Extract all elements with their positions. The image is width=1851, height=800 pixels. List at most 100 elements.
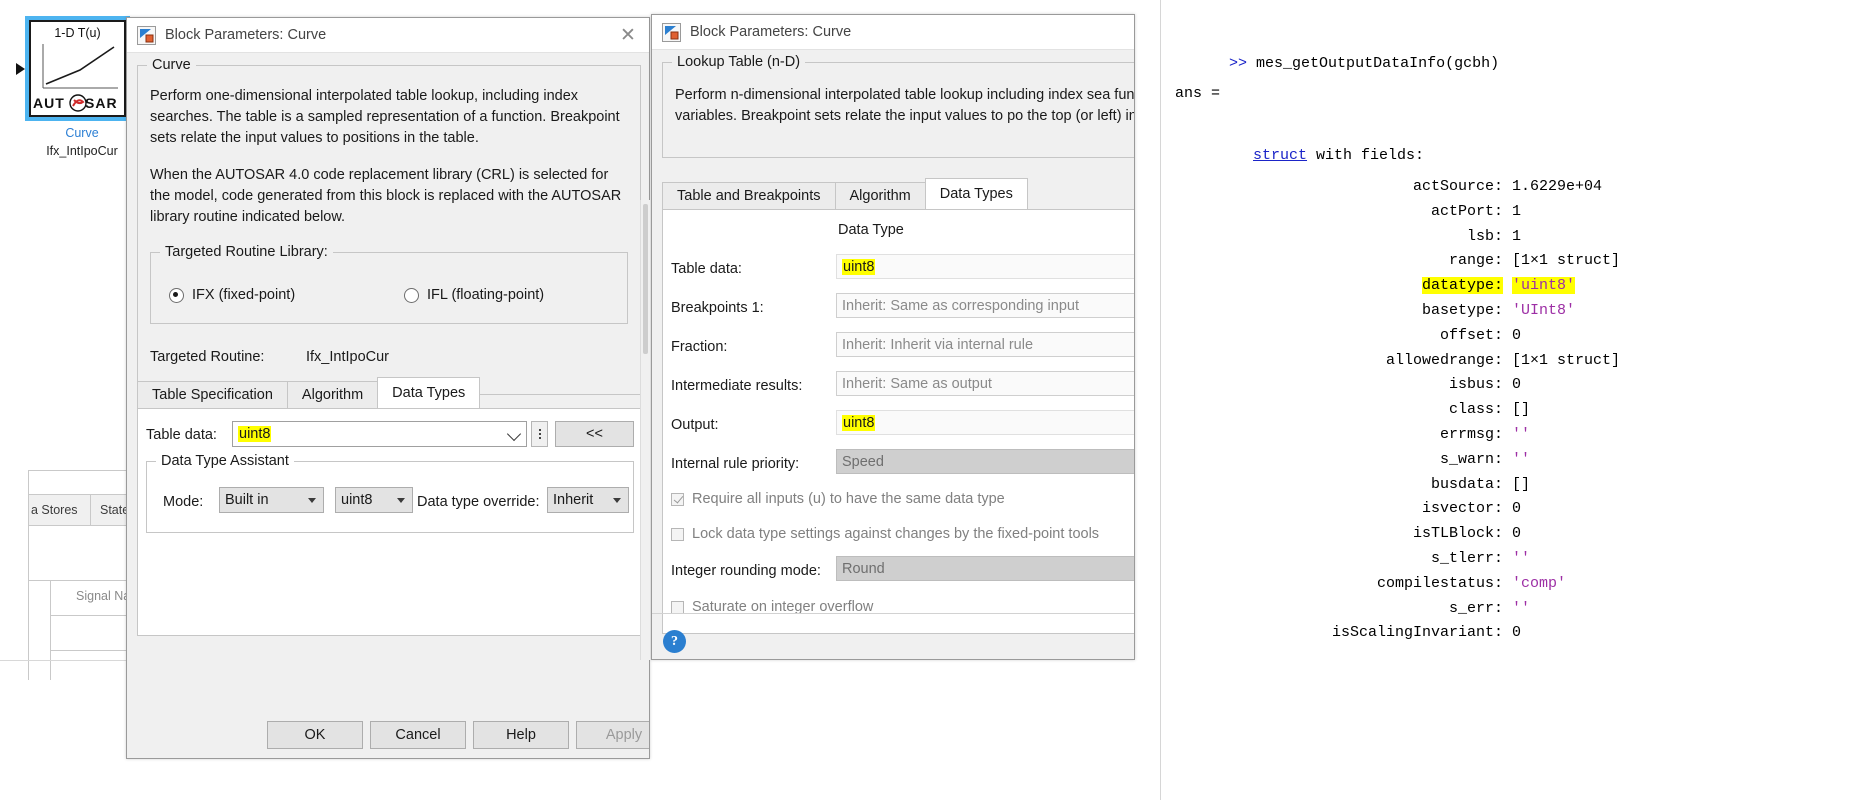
dialog2-titlebar[interactable]: Block Parameters: Curve [652, 15, 1134, 50]
lookup-table-description: Perform n-dimensional interpolated table… [675, 87, 1134, 124]
dialog2-footer-separator [652, 613, 1134, 614]
row-field-table-data[interactable]: uint8 [836, 254, 1134, 279]
data-type-override-dropdown[interactable]: Inherit [547, 487, 629, 513]
radio-ifl-floating-point[interactable]: IFL (floating-point) [404, 287, 544, 303]
curve-group: Curve Perform one-dimensional interpolat… [137, 57, 641, 395]
row-value-table-data: uint8 [842, 258, 876, 275]
lookup-table-group: Lookup Table (n-D) Perform n-dimensional… [662, 54, 1134, 158]
console-field-value: 'comp' [1512, 574, 1567, 592]
matlab-console[interactable]: >> mes_getOutputDataInfo(gcbh) ans = str… [1160, 0, 1851, 800]
row-field-internal-rule-priority[interactable]: Speed [836, 449, 1134, 474]
row-field-output[interactable]: uint8 [836, 410, 1134, 435]
row-value-intermediate-results: Inherit: Same as output [842, 375, 992, 392]
data-type-override-label: Data type override: [417, 494, 540, 510]
cancel-button[interactable]: Cancel [370, 721, 466, 749]
dialog1-tabstrip[interactable]: Table Specification Algorithm Data Types [137, 377, 481, 408]
collapse-assistant-button[interactable]: << [555, 421, 634, 447]
row-label-table-data: Table data: [671, 261, 742, 277]
ok-button[interactable]: OK [267, 721, 363, 749]
row-value-internal-rule-priority: Speed [842, 453, 884, 470]
chevron-down-icon [613, 498, 621, 503]
checkbox-label-lock-data-type-settings: Lock data type settings against changes … [692, 526, 1100, 542]
close-icon[interactable]: ✕ [615, 22, 641, 48]
console-field-value: '' [1512, 450, 1531, 468]
dialog2-body: Lookup Table (n-D) Perform n-dimensional… [652, 50, 1134, 659]
console-field-name: s_err: [1448, 599, 1503, 617]
dialog1-title: Block Parameters: Curve [165, 27, 327, 43]
data-type-override-value: Inherit [553, 492, 594, 508]
dialog2-title: Block Parameters: Curve [690, 24, 852, 40]
block-selection-frame: 1-D T(u) AUT SAR [25, 16, 130, 121]
console-field-value: 0 [1512, 500, 1522, 518]
row-field-intermediate-results[interactable]: Inherit: Same as output [836, 371, 1134, 396]
data-type-column-header: Data Type [838, 222, 904, 238]
targeted-routine-library-group: Targeted Routine Library: IFX (fixed-poi… [150, 244, 628, 324]
row-field-fraction[interactable]: Inherit: Inherit via internal rule [836, 332, 1134, 357]
tab-data-types[interactable]: Data Types [924, 178, 1028, 209]
tab-table-specification[interactable]: Table Specification [137, 381, 288, 408]
table-data-value: uint8 [238, 426, 272, 442]
checkbox-indicator [671, 492, 684, 506]
block-curve-icon [42, 44, 118, 89]
mode-dropdown[interactable]: Built in [219, 487, 324, 513]
radio-ifx-fixed-point[interactable]: IFX (fixed-point) [169, 287, 295, 303]
tab-table-and-breakpoints[interactable]: Table and Breakpoints [662, 182, 836, 209]
builtin-type-dropdown[interactable]: uint8 [335, 487, 413, 513]
chevron-down-icon [506, 426, 522, 442]
console-struct-suffix: with fields: [1307, 147, 1425, 164]
lookup-table-group-legend: Lookup Table (n-D) [672, 54, 806, 70]
console-command-line: >> mes_getOutputDataInfo(gcbh) [1175, 38, 1851, 89]
tab-algorithm[interactable]: Algorithm [834, 182, 926, 209]
row-value-fraction: Inherit: Inherit via internal rule [842, 336, 1034, 353]
row-field-breakpoints-1[interactable]: Inherit: Same as corresponding input [836, 293, 1134, 318]
integer-rounding-mode-value: Round [842, 560, 885, 577]
console-struct-line: struct with fields: [1199, 130, 1851, 181]
integer-rounding-mode-field[interactable]: Round [836, 556, 1134, 581]
console-field-name: isScalingInvariant: [1331, 624, 1503, 642]
console-field-name: basetype: [1421, 302, 1503, 319]
console-field-name: class: [1448, 401, 1503, 419]
more-options-button[interactable] [531, 421, 548, 447]
block-parameters-curve-dialog[interactable]: Block Parameters: Curve ✕ Curve Perform … [126, 17, 650, 759]
dialog2-tabstrip[interactable]: Table and Breakpoints Algorithm Data Typ… [662, 178, 1028, 209]
console-field-value: 0 [1512, 326, 1522, 344]
console-ans-line: ans = [1175, 85, 1221, 102]
row-label-breakpoints-1: Breakpoints 1: [671, 300, 764, 316]
row-label-internal-rule-priority: Internal rule priority: [671, 456, 800, 472]
simulink-block-icon [662, 22, 681, 42]
console-field-name: s_warn: [1439, 450, 1503, 468]
checkbox-indicator [671, 527, 684, 541]
chevron-down-icon [397, 498, 405, 503]
console-field-name: offset: [1439, 326, 1503, 344]
console-field-value: [] [1512, 401, 1531, 419]
console-field-value: '' [1512, 599, 1531, 617]
console-field-value: 1.6229e+04 [1512, 178, 1603, 195]
svg-text:AUT: AUT [33, 95, 65, 111]
checkbox-lock-data-type-settings[interactable]: Lock data type settings against changes … [671, 526, 1099, 542]
table-data-combobox[interactable]: uint8 [232, 421, 527, 447]
table-tab-datastores[interactable]: a Stores [31, 503, 78, 517]
tab-algorithm[interactable]: Algorithm [286, 381, 379, 408]
radio-label-ifx: IFX (fixed-point) [192, 287, 296, 303]
targeted-routine-value: Ifx_IntIpoCur [306, 349, 390, 365]
simulink-block-icon [137, 25, 156, 45]
row-label-intermediate-results: Intermediate results: [671, 378, 803, 394]
svg-text:SAR: SAR [85, 95, 118, 111]
dialog1-titlebar[interactable]: Block Parameters: Curve ✕ [127, 18, 649, 53]
tab-data-types[interactable]: Data Types [377, 377, 481, 408]
screenshot-root: 1-D T(u) AUT SAR Curve Ifx_IntIpoCur a S… [0, 0, 1851, 800]
radio-indicator-ifl [404, 287, 419, 303]
scrollbar-thumb[interactable] [643, 204, 648, 354]
row-label-output: Output: [671, 417, 719, 433]
apply-button[interactable]: Apply [576, 721, 649, 749]
help-question-icon[interactable]: ? [663, 630, 686, 653]
radio-label-ifl: IFL (floating-point) [427, 287, 545, 303]
autosar-logo-icon: AUT SAR [33, 93, 122, 113]
block-parameters-lookup-dialog[interactable]: Block Parameters: Curve Lookup Table (n-… [651, 14, 1135, 660]
help-button[interactable]: Help [473, 721, 569, 749]
dialog1-vertical-scrollbar[interactable] [640, 200, 650, 660]
console-field-value: 0 [1512, 525, 1522, 543]
checkbox-require-same-data-type[interactable]: Require all inputs (u) to have the same … [671, 491, 1005, 507]
row-value-output: uint8 [842, 414, 876, 431]
integer-rounding-mode-label: Integer rounding mode: [671, 563, 821, 579]
